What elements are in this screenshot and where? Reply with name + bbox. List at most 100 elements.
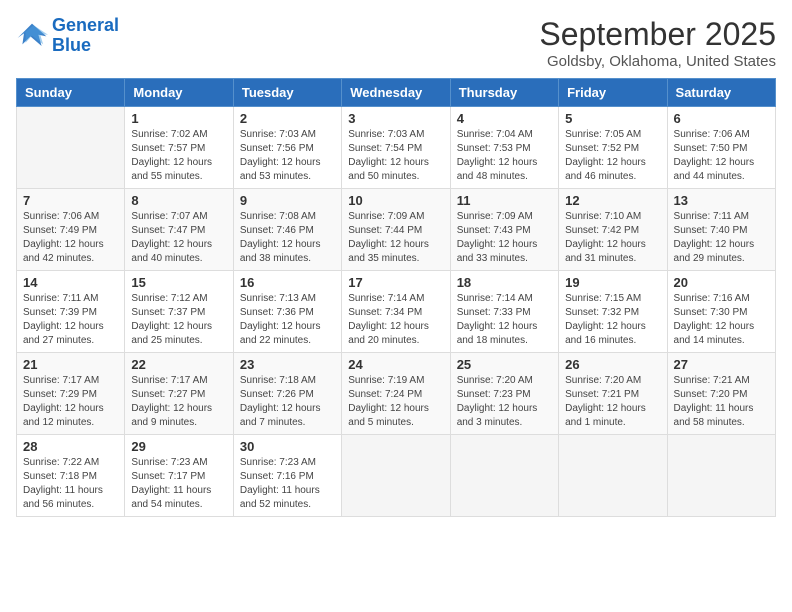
day-info: Sunrise: 7:19 AM Sunset: 7:24 PM Dayligh… <box>348 374 443 430</box>
calendar-cell: 20Sunrise: 7:16 AM Sunset: 7:30 PM Dayli… <box>667 271 775 353</box>
day-number: 27 <box>674 357 769 372</box>
day-number: 2 <box>240 111 335 126</box>
logo: General Blue <box>16 16 119 56</box>
day-number: 17 <box>348 275 443 290</box>
day-info: Sunrise: 7:03 AM Sunset: 7:56 PM Dayligh… <box>240 128 335 184</box>
calendar-cell: 14 Sunrise: 7:11 AM Sunset: 7:39 PM Dayli… <box>17 271 125 353</box>
location: Goldsby, Oklahoma, United States <box>539 53 776 70</box>
column-header-saturday: Saturday <box>667 79 775 107</box>
day-info: Sunrise: 7:07 AM Sunset: 7:47 PM Dayligh… <box>131 210 226 266</box>
day-info: Sunrise: 7:20 AM Sunset: 7:23 PM Dayligh… <box>457 374 552 430</box>
month-title: September 2025 <box>539 16 776 53</box>
calendar-cell: 1 Sunrise: 7:02 AM Sunset: 7:57 PM Daylig… <box>125 107 233 189</box>
calendar-cell: 3 Sunrise: 7:03 AM Sunset: 7:54 PM Daylig… <box>342 107 450 189</box>
calendar-cell: 22Sunrise: 7:17 AM Sunset: 7:27 PM Dayli… <box>125 353 233 435</box>
day-number: 28 <box>23 439 118 454</box>
day-number: 23 <box>240 357 335 372</box>
day-number: 7 <box>23 193 118 208</box>
title-section: September 2025 Goldsby, Oklahoma, United… <box>539 16 776 70</box>
calendar-cell: 15 Sunrise: 7:12 AM Sunset: 7:37 PM Dayli… <box>125 271 233 353</box>
day-number: 8 <box>131 193 226 208</box>
day-number: 26 <box>565 357 660 372</box>
day-number: 9 <box>240 193 335 208</box>
column-header-tuesday: Tuesday <box>233 79 341 107</box>
day-number: 14 <box>23 275 118 290</box>
day-info: Sunrise: 7:06 AM Sunset: 7:50 PM Dayligh… <box>674 128 769 184</box>
day-number: 29 <box>131 439 226 454</box>
day-number: 6 <box>674 111 769 126</box>
day-number: 16 <box>240 275 335 290</box>
day-info: Sunrise: 7:11 AM Sunset: 7:39 PM Dayligh… <box>23 292 118 348</box>
calendar-cell: 26 Sunrise: 7:20 AM Sunset: 7:21 PM Dayli… <box>559 353 667 435</box>
calendar-cell: 24 Sunrise: 7:19 AM Sunset: 7:24 PM Dayli… <box>342 353 450 435</box>
day-info: Sunrise: 7:21 AM Sunset: 7:20 PM Dayligh… <box>674 374 769 430</box>
calendar-cell: 11 Sunrise: 7:09 AM Sunset: 7:43 PM Dayli… <box>450 189 558 271</box>
calendar-cell: 16 Sunrise: 7:13 AM Sunset: 7:36 PM Dayli… <box>233 271 341 353</box>
calendar-cell: 25 Sunrise: 7:20 AM Sunset: 7:23 PM Dayli… <box>450 353 558 435</box>
day-info: Sunrise: 7:03 AM Sunset: 7:54 PM Dayligh… <box>348 128 443 184</box>
day-info: Sunrise: 7:10 AM Sunset: 7:42 PM Dayligh… <box>565 210 660 266</box>
calendar-cell: 9Sunrise: 7:08 AM Sunset: 7:46 PM Daylig… <box>233 189 341 271</box>
column-header-monday: Monday <box>125 79 233 107</box>
calendar-cell: 17 Sunrise: 7:14 AM Sunset: 7:34 PM Dayli… <box>342 271 450 353</box>
calendar-cell <box>559 435 667 517</box>
day-number: 30 <box>240 439 335 454</box>
calendar-cell: 2 Sunrise: 7:03 AM Sunset: 7:56 PM Daylig… <box>233 107 341 189</box>
day-info: Sunrise: 7:02 AM Sunset: 7:57 PM Dayligh… <box>131 128 226 184</box>
day-info: Sunrise: 7:09 AM Sunset: 7:43 PM Dayligh… <box>457 210 552 266</box>
day-info: Sunrise: 7:18 AM Sunset: 7:26 PM Dayligh… <box>240 374 335 430</box>
day-number: 5 <box>565 111 660 126</box>
day-info: Sunrise: 7:13 AM Sunset: 7:36 PM Dayligh… <box>240 292 335 348</box>
column-header-thursday: Thursday <box>450 79 558 107</box>
calendar-cell: 30 Sunrise: 7:23 AM Sunset: 7:16 PM Dayli… <box>233 435 341 517</box>
calendar-cell: 6 Sunrise: 7:06 AM Sunset: 7:50 PM Daylig… <box>667 107 775 189</box>
day-info: Sunrise: 7:14 AM Sunset: 7:33 PM Dayligh… <box>457 292 552 348</box>
calendar-cell: 10Sunrise: 7:09 AM Sunset: 7:44 PM Dayli… <box>342 189 450 271</box>
calendar-cell: 4Sunrise: 7:04 AM Sunset: 7:53 PM Daylig… <box>450 107 558 189</box>
header: General Blue September 2025 Goldsby, Okl… <box>16 16 776 70</box>
calendar-cell: 13Sunrise: 7:11 AM Sunset: 7:40 PM Dayli… <box>667 189 775 271</box>
day-number: 21 <box>23 357 118 372</box>
calendar-cell: 5 Sunrise: 7:05 AM Sunset: 7:52 PM Daylig… <box>559 107 667 189</box>
day-info: Sunrise: 7:12 AM Sunset: 7:37 PM Dayligh… <box>131 292 226 348</box>
day-number: 3 <box>348 111 443 126</box>
calendar-cell: 7Sunrise: 7:06 AM Sunset: 7:49 PM Daylig… <box>17 189 125 271</box>
calendar-cell <box>667 435 775 517</box>
calendar-cell: 28Sunrise: 7:22 AM Sunset: 7:18 PM Dayli… <box>17 435 125 517</box>
calendar-cell: 19 Sunrise: 7:15 AM Sunset: 7:32 PM Dayli… <box>559 271 667 353</box>
day-number: 15 <box>131 275 226 290</box>
day-info: Sunrise: 7:23 AM Sunset: 7:17 PM Dayligh… <box>131 456 226 512</box>
day-number: 1 <box>131 111 226 126</box>
day-number: 13 <box>674 193 769 208</box>
day-info: Sunrise: 7:17 AM Sunset: 7:29 PM Dayligh… <box>23 374 118 430</box>
calendar-cell: 27 Sunrise: 7:21 AM Sunset: 7:20 PM Dayli… <box>667 353 775 435</box>
column-header-friday: Friday <box>559 79 667 107</box>
day-info: Sunrise: 7:09 AM Sunset: 7:44 PM Dayligh… <box>348 210 443 266</box>
day-info: Sunrise: 7:20 AM Sunset: 7:21 PM Dayligh… <box>565 374 660 430</box>
calendar-cell: 12 Sunrise: 7:10 AM Sunset: 7:42 PM Dayli… <box>559 189 667 271</box>
day-number: 19 <box>565 275 660 290</box>
week-row-3: 14 Sunrise: 7:11 AM Sunset: 7:39 PM Dayli… <box>17 271 776 353</box>
calendar-cell: 8 Sunrise: 7:07 AM Sunset: 7:47 PM Daylig… <box>125 189 233 271</box>
week-row-2: 7Sunrise: 7:06 AM Sunset: 7:49 PM Daylig… <box>17 189 776 271</box>
day-number: 25 <box>457 357 552 372</box>
day-number: 11 <box>457 193 552 208</box>
calendar-cell <box>342 435 450 517</box>
calendar-table: SundayMondayTuesdayWednesdayThursdayFrid… <box>16 78 776 517</box>
day-number: 20 <box>674 275 769 290</box>
day-info: Sunrise: 7:05 AM Sunset: 7:52 PM Dayligh… <box>565 128 660 184</box>
day-info: Sunrise: 7:17 AM Sunset: 7:27 PM Dayligh… <box>131 374 226 430</box>
week-row-4: 21 Sunrise: 7:17 AM Sunset: 7:29 PM Dayli… <box>17 353 776 435</box>
day-number: 4 <box>457 111 552 126</box>
day-info: Sunrise: 7:15 AM Sunset: 7:32 PM Dayligh… <box>565 292 660 348</box>
day-info: Sunrise: 7:14 AM Sunset: 7:34 PM Dayligh… <box>348 292 443 348</box>
day-number: 24 <box>348 357 443 372</box>
day-number: 12 <box>565 193 660 208</box>
calendar-cell: 29 Sunrise: 7:23 AM Sunset: 7:17 PM Dayli… <box>125 435 233 517</box>
column-header-wednesday: Wednesday <box>342 79 450 107</box>
day-info: Sunrise: 7:23 AM Sunset: 7:16 PM Dayligh… <box>240 456 335 512</box>
calendar-cell: 21 Sunrise: 7:17 AM Sunset: 7:29 PM Dayli… <box>17 353 125 435</box>
calendar-cell <box>17 107 125 189</box>
day-number: 18 <box>457 275 552 290</box>
column-header-sunday: Sunday <box>17 79 125 107</box>
